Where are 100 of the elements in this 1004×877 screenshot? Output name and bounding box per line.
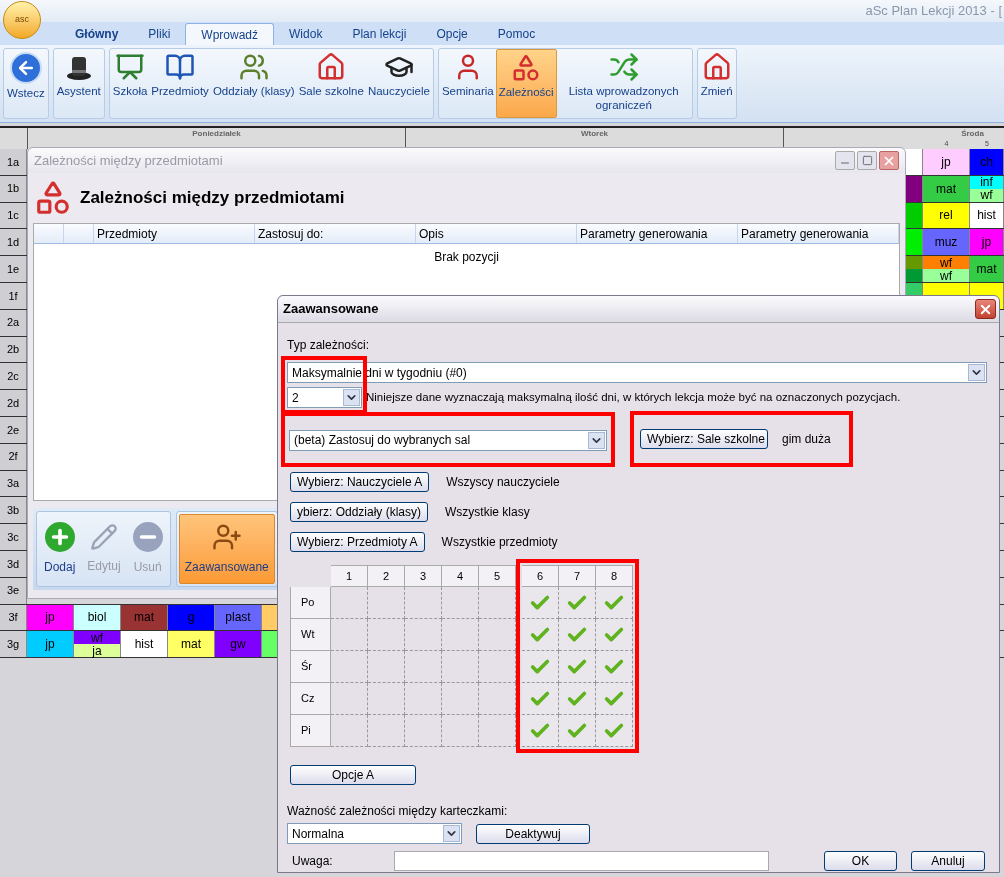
grid-cell[interactable] bbox=[405, 651, 442, 683]
grid-cell[interactable] bbox=[596, 587, 633, 619]
grid-cell[interactable] bbox=[405, 715, 442, 747]
ribbon-tab[interactable]: Główny bbox=[60, 23, 134, 45]
grid-cell[interactable] bbox=[405, 619, 442, 651]
grid-cell[interactable] bbox=[479, 587, 516, 619]
ribbon-button[interactable]: Lista wprowadzonych ograniczeń bbox=[556, 49, 691, 118]
deactivate-button[interactable]: Deaktywuj bbox=[476, 823, 590, 844]
ribbon-button[interactable]: Wstecz bbox=[5, 49, 47, 118]
grid-cell[interactable] bbox=[331, 683, 368, 715]
grid-cell[interactable] bbox=[479, 683, 516, 715]
toolbar-button[interactable]: Zaawansowane bbox=[178, 514, 275, 584]
grid-cell[interactable] bbox=[522, 715, 559, 747]
grid-cell[interactable] bbox=[596, 715, 633, 747]
grid-cell[interactable] bbox=[596, 619, 633, 651]
minimize-icon[interactable] bbox=[835, 151, 855, 170]
select-filter-button[interactable]: Wybierz: Nauczyciele A bbox=[290, 472, 430, 492]
grid-column-header[interactable]: 4 bbox=[442, 565, 479, 587]
grid-cell[interactable] bbox=[405, 683, 442, 715]
grid-cell[interactable] bbox=[522, 619, 559, 651]
grid-cell[interactable] bbox=[559, 651, 596, 683]
grid-cell[interactable] bbox=[522, 683, 559, 715]
grid-cell[interactable] bbox=[596, 683, 633, 715]
column-header[interactable]: Przedmioty bbox=[97, 224, 158, 243]
note-input-field[interactable] bbox=[394, 851, 769, 871]
column-header[interactable]: Zastosuj do: bbox=[258, 224, 324, 243]
grid-cell[interactable] bbox=[331, 587, 368, 619]
count-select[interactable]: 2 bbox=[287, 387, 362, 408]
grid-column-header[interactable]: 1 bbox=[331, 565, 368, 587]
ribbon-tab[interactable]: Plan lekcji bbox=[337, 23, 422, 45]
grid-column-header[interactable]: 3 bbox=[405, 565, 442, 587]
ribbon-button[interactable]: Seminaria bbox=[439, 49, 496, 118]
grid-cell[interactable] bbox=[368, 587, 405, 619]
ribbon-button[interactable]: Asystent bbox=[54, 49, 103, 118]
grid-row-header[interactable]: Śr bbox=[290, 651, 331, 683]
grid-cell[interactable] bbox=[331, 715, 368, 747]
grid-cell[interactable] bbox=[559, 683, 596, 715]
grid-cell[interactable] bbox=[331, 619, 368, 651]
grid-cell[interactable] bbox=[559, 619, 596, 651]
window-title: Zależności między przedmiotami bbox=[34, 151, 224, 170]
ribbon-button[interactable]: Zmień bbox=[698, 49, 735, 118]
grid-column-header[interactable]: 5 bbox=[479, 565, 516, 587]
day-header: Środa bbox=[961, 128, 984, 140]
class-label: 2d bbox=[0, 390, 27, 416]
ok-button[interactable]: OK bbox=[824, 851, 897, 871]
grid-cell[interactable] bbox=[559, 587, 596, 619]
grid-column-header[interactable]: 2 bbox=[368, 565, 405, 587]
ribbon-button[interactable]: Sale szkolne bbox=[296, 49, 366, 118]
ribbon-tab[interactable]: Pliki bbox=[133, 23, 186, 45]
options-button[interactable]: Opcje A bbox=[290, 765, 416, 785]
grid-cell[interactable] bbox=[442, 587, 479, 619]
ribbon-button[interactable]: Szkoła bbox=[110, 49, 150, 118]
grid-column-header[interactable]: 6 bbox=[522, 565, 559, 587]
ribbon-tab[interactable]: Opcje bbox=[421, 23, 483, 45]
ribbon-button[interactable]: Zależności bbox=[495, 49, 557, 118]
grid-cell[interactable] bbox=[442, 651, 479, 683]
ribbon-button[interactable]: Oddziały (klasy) bbox=[210, 49, 297, 118]
column-header[interactable]: Parametry generowania bbox=[741, 224, 869, 243]
select-rooms-button[interactable]: Wybierz: Sale szkolne bbox=[640, 429, 768, 449]
toolbar-button[interactable]: Dodaj bbox=[39, 514, 81, 584]
ribbon-button[interactable]: Nauczyciele bbox=[365, 49, 432, 118]
grid-row-header[interactable]: Cz bbox=[290, 683, 331, 715]
grid-column-header[interactable]: 8 bbox=[596, 565, 633, 587]
grid-cell[interactable] bbox=[479, 619, 516, 651]
grid-cell[interactable] bbox=[479, 651, 516, 683]
grid-cell[interactable] bbox=[596, 651, 633, 683]
grid-row-header[interactable]: Pi bbox=[290, 715, 331, 747]
ribbon-tab[interactable]: Wprowadź bbox=[185, 23, 275, 45]
importance-select[interactable]: Normalna bbox=[287, 823, 462, 844]
field-label: Ważność zależności między karteczkami: bbox=[287, 803, 509, 820]
close-icon[interactable] bbox=[975, 299, 996, 319]
grid-cell[interactable] bbox=[405, 587, 442, 619]
grid-cell[interactable] bbox=[368, 683, 405, 715]
grid-row-header[interactable]: Wt bbox=[290, 619, 331, 651]
select-filter-button[interactable]: Wybierz: Przedmioty A bbox=[290, 532, 425, 552]
select-filter-button[interactable]: ybierz: Oddziały (klasy) bbox=[290, 502, 429, 522]
grid-cell[interactable] bbox=[522, 587, 559, 619]
ribbon-tab[interactable]: Widok bbox=[274, 23, 338, 45]
grid-cell[interactable] bbox=[442, 683, 479, 715]
grid-cell[interactable] bbox=[368, 651, 405, 683]
class-label: 3e bbox=[0, 577, 27, 604]
maximize-icon[interactable] bbox=[857, 151, 877, 170]
lesson-card: rel bbox=[923, 202, 969, 229]
grid-cell[interactable] bbox=[442, 715, 479, 747]
ribbon-button[interactable]: Przedmioty bbox=[149, 49, 211, 118]
grid-cell[interactable] bbox=[479, 715, 516, 747]
close-icon[interactable] bbox=[879, 151, 899, 170]
cancel-button[interactable]: Anuluj bbox=[911, 851, 985, 871]
grid-row-header[interactable]: Po bbox=[290, 587, 331, 619]
grid-cell[interactable] bbox=[559, 715, 596, 747]
grid-cell[interactable] bbox=[522, 651, 559, 683]
scope-select[interactable]: (beta) Zastosuj do wybranych sal bbox=[289, 429, 607, 451]
grid-column-header[interactable]: 7 bbox=[559, 565, 596, 587]
column-header[interactable]: Parametry generowania bbox=[580, 224, 708, 243]
grid-cell[interactable] bbox=[368, 715, 405, 747]
grid-cell[interactable] bbox=[331, 651, 368, 683]
ribbon-tab[interactable]: Pomoc bbox=[482, 23, 551, 45]
grid-cell[interactable] bbox=[368, 619, 405, 651]
grid-cell[interactable] bbox=[442, 619, 479, 651]
column-header[interactable]: Opis bbox=[419, 224, 444, 243]
